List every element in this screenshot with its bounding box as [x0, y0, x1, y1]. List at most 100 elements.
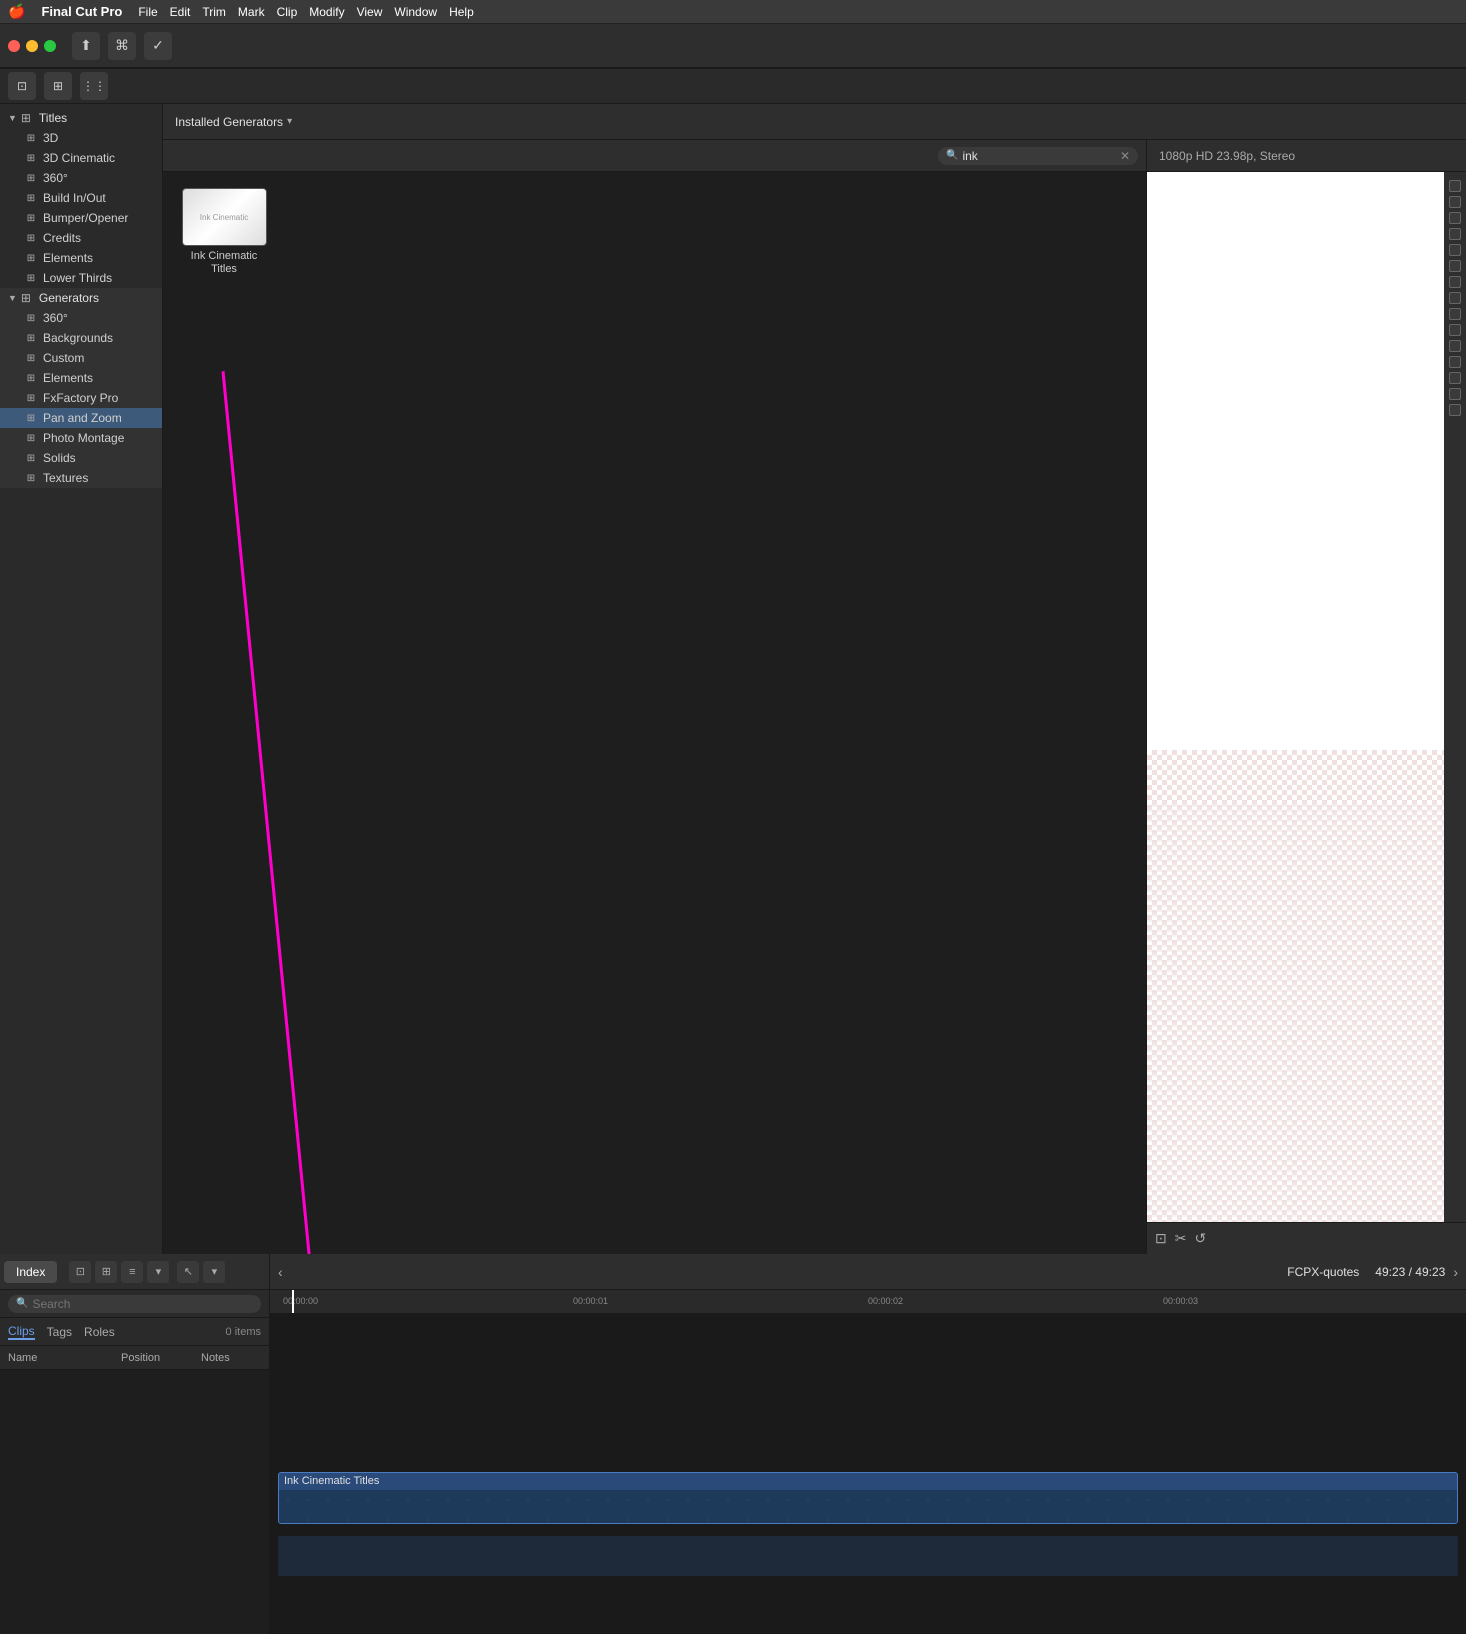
sidebar-item-credits[interactable]: ⊞ Credits [0, 228, 162, 248]
index-search-input[interactable] [32, 1297, 253, 1311]
timeline-back-icon[interactable]: ‹ [278, 1264, 283, 1280]
menu-modify[interactable]: Modify [309, 5, 344, 19]
sidebar-item-backgrounds[interactable]: ⊞ Backgrounds [0, 328, 162, 348]
sidebar-item-lowerthirds-label: Lower Thirds [43, 271, 112, 285]
preview-rotate-icon[interactable]: ↺ [1194, 1230, 1206, 1247]
menu-file[interactable]: File [138, 5, 157, 19]
index-icon-1[interactable]: ⊡ [69, 1261, 91, 1283]
toolbar-btn-3[interactable]: ✓ [144, 32, 172, 60]
solids-icon: ⊞ [24, 451, 38, 465]
3d-icon: ⊞ [24, 131, 38, 145]
menu-bar: 🍎 Final Cut Pro File Edit Trim Mark Clip… [0, 0, 1466, 24]
index-tabs-bar: Index ⊡ ⊞ ≡ ▾ ↖ ▾ [0, 1254, 269, 1290]
menu-mark[interactable]: Mark [238, 5, 265, 19]
checkbox-10[interactable] [1449, 324, 1461, 336]
checkbox-6[interactable] [1449, 260, 1461, 272]
checkbox-3[interactable] [1449, 212, 1461, 224]
checkbox-5[interactable] [1449, 244, 1461, 256]
filter-tab-roles[interactable]: Roles [84, 1325, 115, 1339]
thumbnail-ink-cinematic[interactable]: Ink Cinematic Ink Cinematic Titles [179, 188, 269, 276]
preview-settings-icon[interactable]: ⊡ [1155, 1230, 1167, 1247]
sidebar-generators-header[interactable]: ▼ ⊞ Generators [0, 288, 162, 308]
menu-trim[interactable]: Trim [202, 5, 226, 19]
preview-controls: ⊡ ✂ ↺ [1147, 1222, 1466, 1254]
sidebar-item-3d-label: 3D [43, 131, 58, 145]
sidebar-item-gen-360[interactable]: ⊞ 360° [0, 308, 162, 328]
sidebar-item-gen-elements[interactable]: ⊞ Elements [0, 368, 162, 388]
checkbox-12[interactable] [1449, 356, 1461, 368]
preview-viewport [1147, 172, 1444, 1222]
browser-btn[interactable]: ⊞ [44, 72, 72, 100]
index-icon-3[interactable]: ≡ [121, 1261, 143, 1283]
sidebar-item-buildinout[interactable]: ⊞ Build In/Out [0, 188, 162, 208]
library-btn[interactable]: ⊡ [8, 72, 36, 100]
menu-help[interactable]: Help [449, 5, 474, 19]
apple-logo-icon: 🍎 [8, 3, 25, 20]
sidebar-item-solids[interactable]: ⊞ Solids [0, 448, 162, 468]
sidebar-item-3d[interactable]: ⊞ 3D [0, 128, 162, 148]
timeline-forward-icon[interactable]: › [1453, 1264, 1458, 1280]
sidebar-item-lowerthirds[interactable]: ⊞ Lower Thirds [0, 268, 162, 288]
checkbox-4[interactable] [1449, 228, 1461, 240]
timeline-timecode: 49:23 / 49:23 [1375, 1265, 1445, 1279]
close-button[interactable] [8, 40, 20, 52]
search-clear-icon[interactable]: ✕ [1120, 149, 1130, 163]
timeline-clip-ink-cinematic[interactable]: Ink Cinematic Titles [278, 1472, 1458, 1524]
sidebar-item-panzoom[interactable]: ⊞ Pan and Zoom [0, 408, 162, 428]
menu-clip[interactable]: Clip [277, 5, 298, 19]
filter-tab-clips[interactable]: Clips [8, 1324, 35, 1340]
playhead[interactable] [292, 1290, 294, 1313]
generator-btn[interactable]: ⋮⋮ [80, 72, 108, 100]
checkbox-8[interactable] [1449, 292, 1461, 304]
sidebar-item-360[interactable]: ⊞ 360° [0, 168, 162, 188]
menu-view[interactable]: View [357, 5, 383, 19]
sidebar-item-custom[interactable]: ⊞ Custom [0, 348, 162, 368]
cursor-arrow-icon[interactable]: ▾ [203, 1261, 225, 1283]
cursor-tools: ↖ ▾ [177, 1261, 225, 1283]
checkbox-2[interactable] [1449, 196, 1461, 208]
generators-arrow-icon: ▼ [8, 293, 17, 303]
sidebar-item-elements[interactable]: ⊞ Elements [0, 248, 162, 268]
index-filter-tabs: Clips Tags Roles 0 items [0, 1318, 269, 1346]
sidebar-titles-header[interactable]: ▼ ⊞ Titles [0, 108, 162, 128]
checkbox-14[interactable] [1449, 388, 1461, 400]
checkbox-13[interactable] [1449, 372, 1461, 384]
checkbox-1[interactable] [1449, 180, 1461, 192]
search-input[interactable] [962, 149, 1119, 163]
sidebar-item-photomontage[interactable]: ⊞ Photo Montage [0, 428, 162, 448]
index-empty-content [0, 1370, 269, 1634]
fullscreen-button[interactable] [44, 40, 56, 52]
main-layout: ▼ ⊞ Titles ⊞ 3D ⊞ 3D Cinematic ⊞ 360° ⊞ … [0, 104, 1466, 1254]
toolbar-btn-2[interactable]: ⌘ [108, 32, 136, 60]
menu-edit[interactable]: Edit [170, 5, 191, 19]
preview-scissors-icon[interactable]: ✂ [1175, 1230, 1187, 1247]
menu-window[interactable]: Window [394, 5, 437, 19]
sidebar-item-textures[interactable]: ⊞ Textures [0, 468, 162, 488]
col-notes-header: Notes [201, 1352, 261, 1364]
sidebar-item-fxfactory-label: FxFactory Pro [43, 391, 118, 405]
checkbox-9[interactable] [1449, 308, 1461, 320]
sidebar-item-solids-label: Solids [43, 451, 76, 465]
timeline: ‹ FCPX-quotes 49:23 / 49:23 › 00:00:00 0… [270, 1254, 1466, 1634]
index-icon-2[interactable]: ⊞ [95, 1261, 117, 1283]
photomontage-icon: ⊞ [24, 431, 38, 445]
cursor-icon[interactable]: ↖ [177, 1261, 199, 1283]
checkbox-7[interactable] [1449, 276, 1461, 288]
traffic-lights [8, 40, 56, 52]
sidebar-item-fxfactory[interactable]: ⊞ FxFactory Pro [0, 388, 162, 408]
sidebar-item-bumper[interactable]: ⊞ Bumper/Opener [0, 208, 162, 228]
index-icon-4[interactable]: ▾ [147, 1261, 169, 1283]
sidebar-item-textures-label: Textures [43, 471, 88, 485]
checkbox-11[interactable] [1449, 340, 1461, 352]
ruler-marker-2: 00:00:02 [868, 1296, 903, 1306]
sidebar-item-photomontage-label: Photo Montage [43, 431, 124, 445]
minimize-button[interactable] [26, 40, 38, 52]
sidebar-item-3d-cinematic-label: 3D Cinematic [43, 151, 115, 165]
menu-items: File Edit Trim Mark Clip Modify View Win… [138, 5, 473, 19]
checkbox-15[interactable] [1449, 404, 1461, 416]
sidebar-item-panzoom-label: Pan and Zoom [43, 411, 122, 425]
sidebar-item-3d-cinematic[interactable]: ⊞ 3D Cinematic [0, 148, 162, 168]
toolbar-btn-1[interactable]: ⬆ [72, 32, 100, 60]
index-tab[interactable]: Index [4, 1261, 57, 1283]
filter-tab-tags[interactable]: Tags [47, 1325, 72, 1339]
